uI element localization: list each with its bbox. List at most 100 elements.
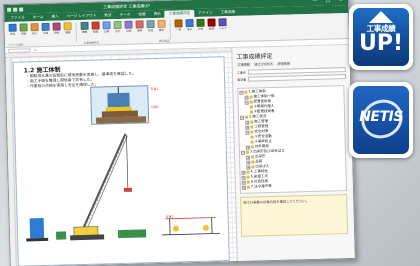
expand-icon[interactable]: − (239, 90, 244, 95)
ribbon-button-icon (146, 20, 155, 29)
ribbon-button[interactable]: 分析 (195, 18, 206, 42)
folder-icon (244, 90, 248, 94)
ribbon-button-icon (41, 22, 50, 31)
folder-icon (249, 95, 253, 99)
field-label: 工事名 (236, 70, 246, 75)
folder-icon (246, 180, 250, 184)
ribbon-button[interactable]: 管理 (206, 18, 217, 41)
ribbon-button[interactable]: ヘルプ (217, 18, 228, 41)
ribbon-button-icon (124, 20, 133, 29)
note-box[interactable]: 施工計画書の記載内容を確認してください。 (240, 194, 349, 237)
ribbon-button-label: 管理 (209, 27, 215, 31)
expand-icon[interactable]: − (244, 100, 249, 105)
evaluation-tree[interactable]: −1.施工体制 + 施工体制一般 − 配置技術者 ①現場代理人 ②監理技術者 −2.施工状況 +… (237, 85, 348, 194)
close-button[interactable]: ✕ (337, 0, 345, 5)
netis-badge: NETIS (349, 82, 413, 158)
minimize-button[interactable]: — (311, 0, 319, 6)
folder-icon (246, 175, 250, 179)
ribbon-button-icon (218, 18, 227, 27)
expand-icon[interactable]: + (246, 160, 251, 165)
ribbon-button-label: 検索 (82, 30, 88, 34)
ribbon-button-label: 比較 (104, 30, 110, 34)
folder-icon (245, 115, 249, 119)
crane-drawing (23, 127, 231, 248)
name-box[interactable] (8, 47, 31, 53)
koji-seiseki-up-badge: 工事成績 UP! (349, 4, 413, 70)
expand-icon[interactable]: + (246, 165, 251, 170)
undo-icon[interactable] (13, 7, 18, 12)
ribbon-button-icon (196, 18, 205, 27)
fx-icon[interactable]: fx (34, 48, 37, 52)
tree-node-label: 7.法令遵守等 (250, 184, 272, 189)
panel-tab[interactable]: 工事情報 (236, 62, 251, 67)
folder-icon (245, 150, 250, 154)
folder-icon (250, 125, 254, 129)
ribbon-button-icon (207, 18, 216, 27)
ribbon-separator (169, 19, 171, 40)
folder-icon (250, 120, 254, 124)
netis-text: NETIS (359, 109, 403, 125)
expand-icon[interactable]: − (239, 115, 245, 120)
panel-tab[interactable]: 施工プロセス (253, 61, 274, 67)
expand-icon[interactable]: − (245, 130, 250, 135)
folder-icon (250, 145, 254, 149)
ribbon-button-icon (185, 19, 194, 28)
folder-icon (249, 110, 253, 114)
expand-icon[interactable]: + (241, 175, 246, 180)
ribbon-button-icon (19, 23, 28, 32)
ribbon-button-icon (63, 22, 72, 31)
panel-tab[interactable]: 評定結果 (276, 61, 291, 66)
expand-icon[interactable]: + (244, 95, 249, 100)
folder-icon (246, 170, 250, 174)
ribbon-group-label: 表示設定 (159, 39, 170, 43)
ribbon-button-label: 分析 (198, 27, 204, 31)
folder-icon (251, 160, 255, 164)
expand-icon[interactable]: + (245, 125, 250, 130)
folder-icon (250, 135, 254, 139)
evaluation-panel: 工事成績評定 工事情報 施工プロセス 評定結果 工事名 発注者 −1.施工体制 +… (231, 44, 355, 261)
ribbon-button-label: 設定 (148, 29, 154, 33)
quick-access-toolbar[interactable] (7, 6, 24, 12)
expand-icon[interactable]: − (240, 150, 246, 155)
badge-line-2: UP! (358, 31, 404, 56)
ribbon-button[interactable]: 表示 (184, 19, 195, 42)
ribbon-button[interactable]: 一覧 (173, 19, 184, 42)
ribbon-button-label: 集計 (159, 28, 165, 32)
client-field[interactable] (248, 74, 347, 82)
up-arrow-icon (369, 11, 393, 23)
ribbon-button-label: 一覧 (176, 28, 182, 32)
folder-icon (251, 165, 255, 169)
ribbon-button-label: 出力 (115, 29, 121, 34)
expand-icon[interactable]: + (241, 170, 246, 175)
expand-icon[interactable]: + (245, 145, 250, 150)
ribbon-button-icon (30, 23, 39, 32)
maximize-button[interactable]: □ (324, 0, 332, 6)
ribbon-separator (75, 22, 78, 43)
expand-icon[interactable]: + (241, 180, 246, 185)
ribbon-button-label: 記入 (32, 32, 38, 36)
callout-label: 写真3 (165, 214, 174, 219)
site-photo (90, 85, 150, 125)
ribbon-button-label: 整理 (93, 30, 99, 34)
ribbon-button-label: 表示 (187, 28, 193, 32)
save-icon[interactable] (7, 7, 12, 12)
ribbon-button-icon (80, 21, 89, 30)
expand-icon[interactable]: + (241, 185, 246, 190)
ribbon-button-label: 写真 (43, 31, 49, 35)
ribbon-button-label: 資料 (54, 31, 60, 35)
folder-icon (250, 130, 254, 134)
worksheet[interactable]: 1.2 施工体制 ・鋼製排水溝の設置前に現地測量を実施し、基準高を確認した。 ・… (5, 48, 237, 266)
expand-icon[interactable]: + (245, 120, 250, 125)
ribbon-button-label: 印刷 (126, 29, 132, 33)
folder-icon (249, 105, 253, 109)
ribbon-button-icon (135, 20, 144, 29)
ribbon-button-icon (157, 19, 166, 28)
expand-icon[interactable]: + (246, 155, 251, 160)
ribbon-button-label: 項目 (21, 32, 27, 36)
panel-fields: 工事名 発注者 (233, 65, 350, 84)
ribbon-button-icon (113, 20, 122, 30)
ribbon-button-icon (102, 21, 111, 30)
callout-label: 写真1 (150, 86, 159, 92)
folder-icon (246, 185, 250, 189)
ribbon-button-icon (174, 19, 183, 28)
